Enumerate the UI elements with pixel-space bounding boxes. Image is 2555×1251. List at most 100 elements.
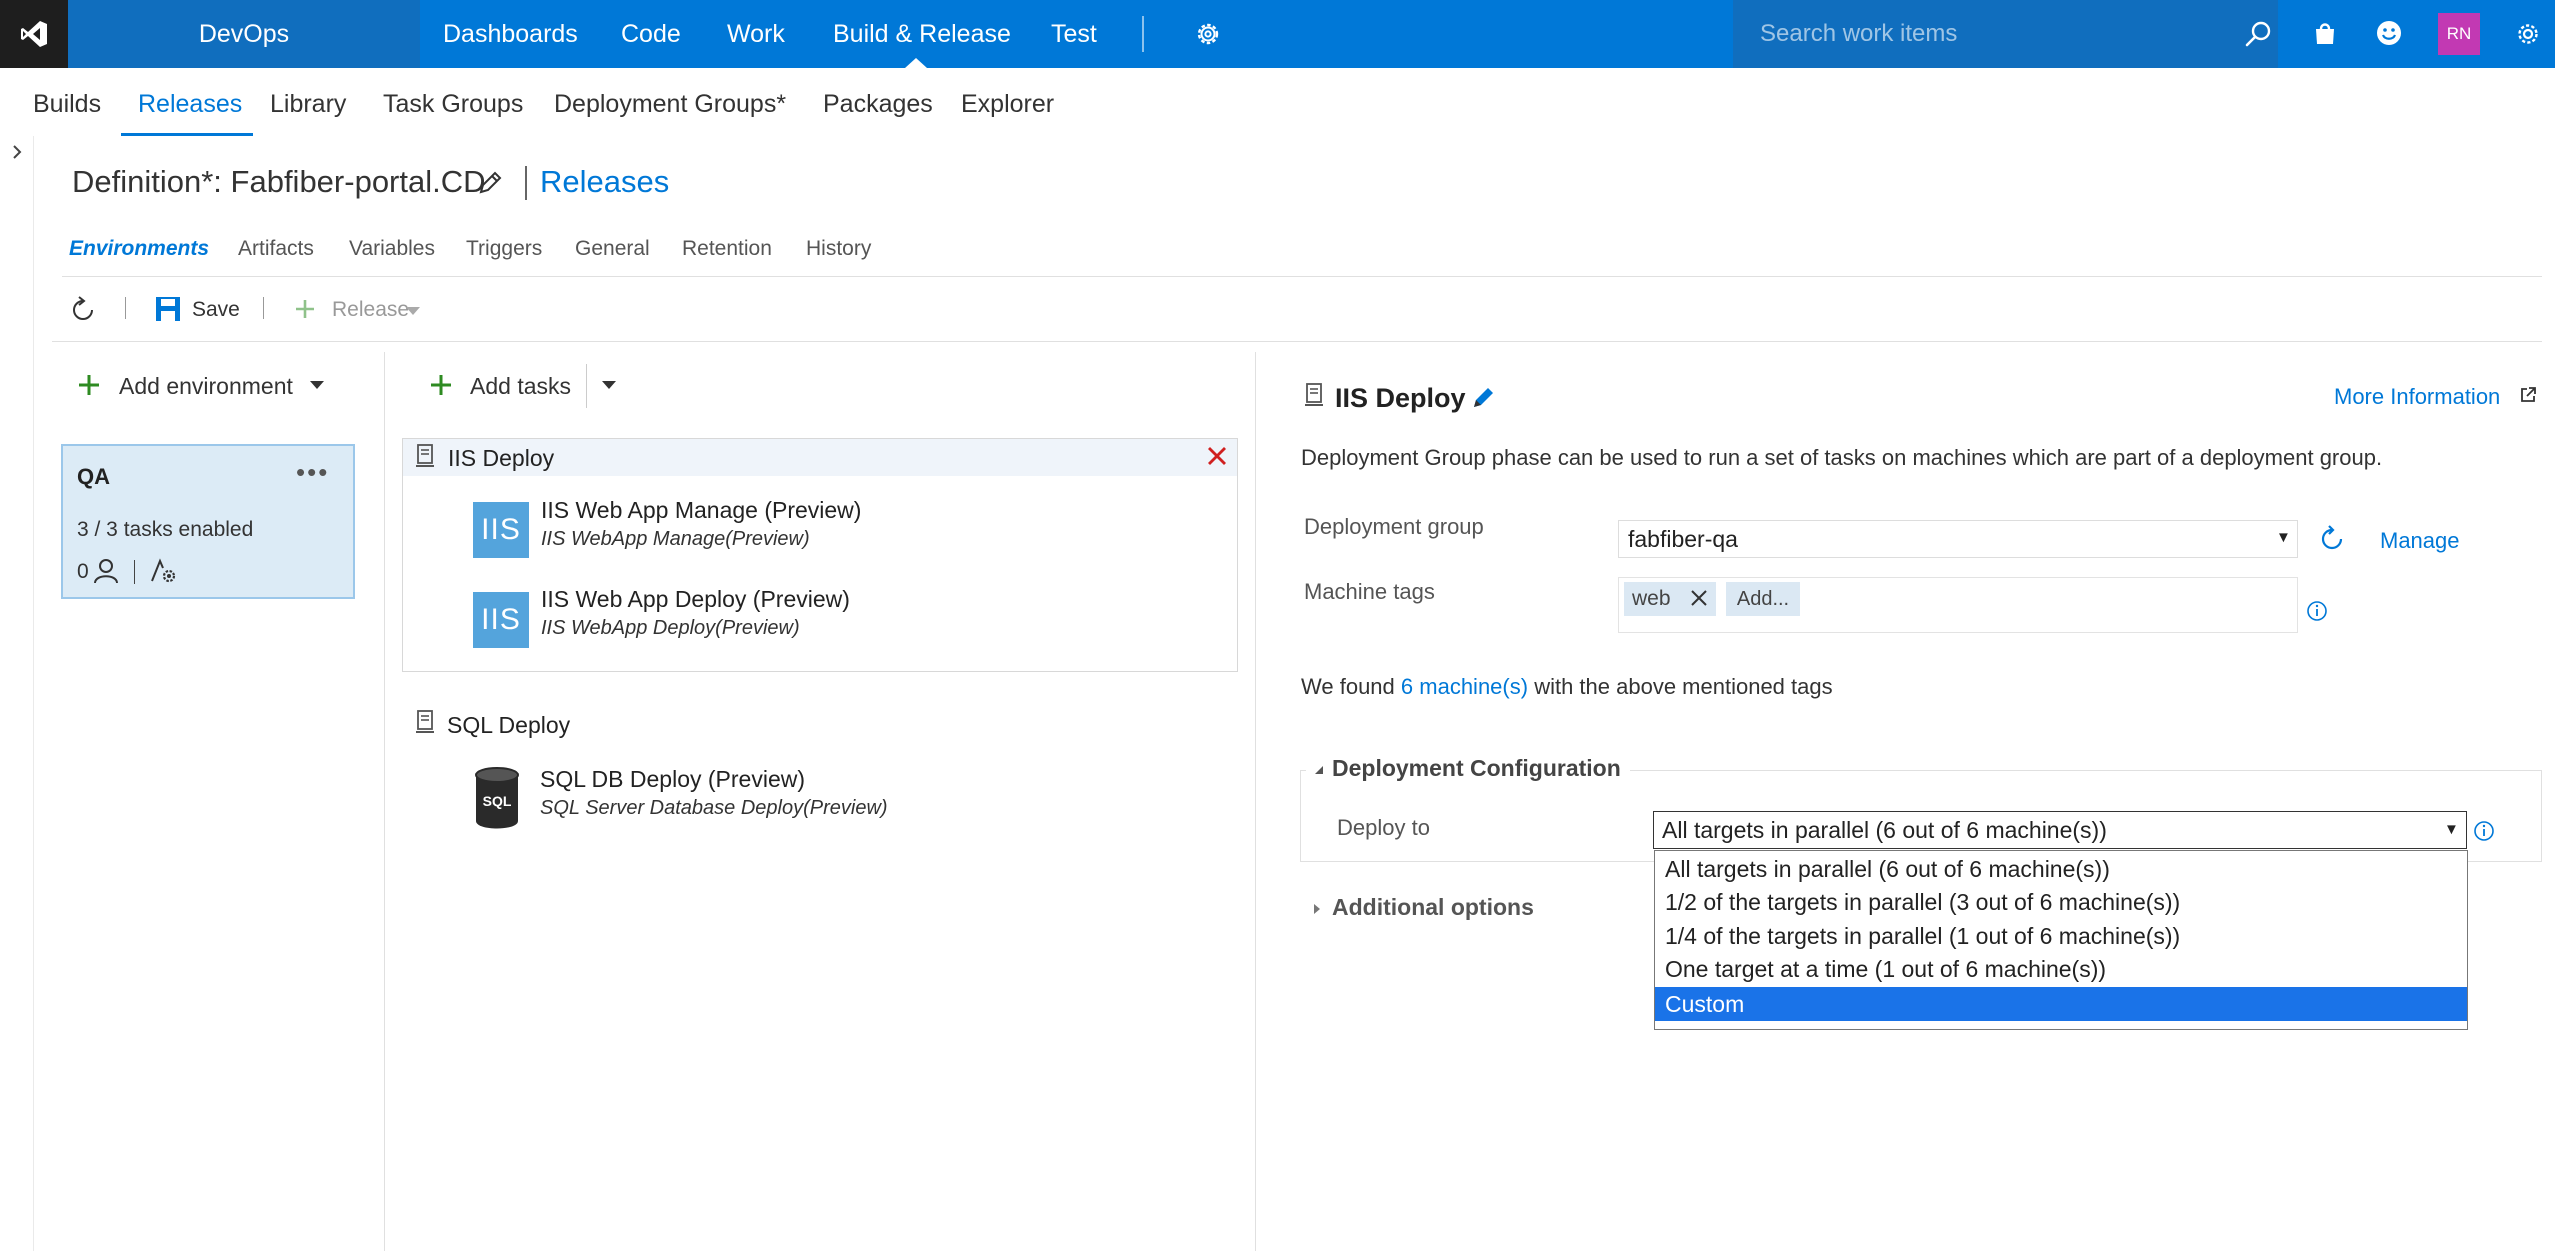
release-dropdown-caret-icon[interactable] — [406, 307, 420, 315]
dropdown-option[interactable]: All targets in parallel (6 out of 6 mach… — [1655, 852, 2467, 886]
pivot-divider — [62, 276, 2542, 277]
user-avatar[interactable]: RN — [2438, 13, 2480, 55]
tasks-enabled-count: 3 / 3 tasks enabled — [77, 518, 254, 541]
settings-gear-icon[interactable] — [1192, 18, 1224, 50]
title-separator — [525, 166, 527, 200]
tab-retention[interactable]: Retention — [682, 233, 772, 265]
add-tasks-button[interactable]: Add tasks — [470, 366, 571, 406]
tab-variables[interactable]: Variables — [349, 233, 435, 265]
chevron-down-icon[interactable]: ▼ — [2444, 820, 2459, 840]
task-name[interactable]: SQL DB Deploy (Preview) — [540, 764, 805, 794]
additional-options-toggle[interactable]: Additional options — [1332, 890, 1534, 924]
remove-tag-close-icon[interactable] — [1689, 588, 1709, 608]
found-suffix: with the above mentioned tags — [1534, 674, 1833, 699]
hub-tab-releases[interactable]: Releases — [138, 84, 242, 124]
release-button[interactable]: Release — [332, 293, 409, 327]
iis-task-icon: IIS — [473, 502, 529, 558]
tab-triggers[interactable]: Triggers — [466, 233, 542, 265]
expand-chevron-right-icon[interactable] — [10, 142, 24, 162]
add-release-plus-icon[interactable] — [294, 298, 316, 320]
tab-environments[interactable]: Environments — [69, 233, 209, 265]
search-placeholder: Search work items — [1760, 20, 1958, 47]
external-link-icon[interactable] — [2519, 386, 2537, 404]
machines-link[interactable]: 6 machine(s) — [1401, 674, 1528, 699]
edit-phase-pencil-icon[interactable] — [1471, 384, 1497, 410]
hub-tab-library[interactable]: Library — [270, 84, 346, 124]
phase-title[interactable]: IIS Deploy — [448, 441, 554, 475]
gear-icon[interactable] — [2513, 19, 2543, 49]
expand-triangle-icon[interactable] — [1312, 902, 1322, 916]
server-phase-icon — [415, 443, 435, 469]
more-actions-ellipsis-icon[interactable]: ••• — [296, 459, 329, 492]
info-icon[interactable] — [2306, 600, 2328, 622]
chevron-down-icon[interactable]: ▼ — [2276, 528, 2291, 548]
add-environment-caret-icon[interactable] — [310, 381, 324, 389]
panel-divider — [384, 352, 385, 1251]
deployment-configuration-title[interactable]: Deployment Configuration — [1332, 750, 1621, 786]
tab-artifacts[interactable]: Artifacts — [238, 233, 314, 265]
nav-dashboards[interactable]: Dashboards — [443, 0, 578, 68]
dropdown-option[interactable]: One target at a time (1 out of 6 machine… — [1655, 952, 2467, 986]
deploy-to-label: Deploy to — [1337, 815, 1430, 840]
definition-title: Definition*: Fabfiber-portal.CD — [72, 164, 486, 199]
add-tasks-separator — [586, 364, 587, 408]
save-disk-icon[interactable] — [155, 296, 181, 322]
phase-description: Deployment Group phase can be used to ru… — [1301, 445, 2383, 470]
releases-breadcrumb-link[interactable]: Releases — [540, 160, 669, 204]
marketplace-bag-icon[interactable] — [2310, 18, 2340, 48]
dropdown-option[interactable]: 1/4 of the targets in parallel (1 out of… — [1655, 919, 2467, 953]
hub-tab-explorer[interactable]: Explorer — [961, 84, 1054, 124]
machine-tags-input[interactable] — [1618, 577, 2298, 633]
nav-work[interactable]: Work — [727, 0, 785, 68]
task-name[interactable]: IIS Web App Deploy (Preview) — [541, 584, 850, 614]
dropdown-option[interactable]: 1/2 of the targets in parallel (3 out of… — [1655, 885, 2467, 919]
add-environment-button[interactable]: Add environment — [119, 366, 293, 406]
found-prefix: We found — [1301, 674, 1395, 699]
active-nav-indicator — [905, 58, 927, 68]
edit-pencil-icon[interactable] — [476, 169, 504, 197]
add-tasks-plus-icon[interactable] — [429, 373, 453, 397]
feedback-smiley-icon[interactable] — [2374, 18, 2404, 48]
deploy-to-value: All targets in parallel (6 out of 6 mach… — [1662, 817, 2107, 843]
deployment-group-label: Deployment group — [1304, 514, 1484, 539]
toolbar-separator — [263, 297, 264, 319]
nav-code[interactable]: Code — [621, 0, 681, 68]
approvers-count: 0 — [77, 560, 89, 583]
hub-tab-builds[interactable]: Builds — [33, 84, 101, 124]
info-icon[interactable] — [2473, 820, 2495, 842]
add-environment-plus-icon[interactable] — [77, 373, 101, 397]
hub-tab-deployment-groups[interactable]: Deployment Groups* — [554, 84, 786, 124]
brand-name[interactable]: DevOps — [68, 0, 420, 68]
sql-icon-label: SQL — [482, 793, 512, 809]
machine-tags-label: Machine tags — [1304, 579, 1435, 604]
add-tasks-caret-icon[interactable] — [602, 381, 616, 389]
server-phase-icon — [415, 709, 435, 735]
approver-person-icon[interactable] — [94, 558, 118, 584]
toolbar-divider — [52, 341, 2542, 342]
tab-general[interactable]: General — [575, 233, 650, 265]
nav-test[interactable]: Test — [1051, 0, 1097, 68]
visual-studio-logo-icon[interactable] — [0, 0, 68, 68]
collapse-triangle-icon[interactable] — [1313, 764, 1325, 776]
manage-link[interactable]: Manage — [2380, 524, 2460, 558]
task-name[interactable]: IIS Web App Manage (Preview) — [541, 495, 861, 525]
nav-divider — [1142, 16, 1144, 52]
dropdown-option-highlighted[interactable]: Custom — [1655, 987, 2467, 1021]
more-information-link[interactable]: More Information — [2334, 380, 2500, 414]
tab-history[interactable]: History — [806, 233, 871, 265]
task-subtitle: IIS WebApp Manage(Preview) — [541, 528, 810, 550]
hub-tab-task-groups[interactable]: Task Groups — [383, 84, 523, 124]
toolbar-separator — [125, 297, 126, 319]
active-hub-underline — [121, 133, 253, 136]
deployment-conditions-icon[interactable] — [150, 557, 178, 585]
phase-title[interactable]: SQL Deploy — [447, 708, 570, 742]
save-button[interactable]: Save — [192, 293, 240, 327]
hub-tab-packages[interactable]: Packages — [823, 84, 933, 124]
refresh-deployment-groups-icon[interactable] — [2318, 525, 2346, 553]
remove-phase-close-icon[interactable] — [1206, 445, 1228, 467]
task-subtitle: IIS WebApp Deploy(Preview) — [541, 617, 800, 639]
search-icon[interactable] — [2243, 19, 2273, 49]
iis-task-icon: IIS — [473, 592, 529, 648]
add-tag-button[interactable]: Add... — [1726, 582, 1800, 616]
refresh-icon[interactable] — [68, 295, 98, 325]
